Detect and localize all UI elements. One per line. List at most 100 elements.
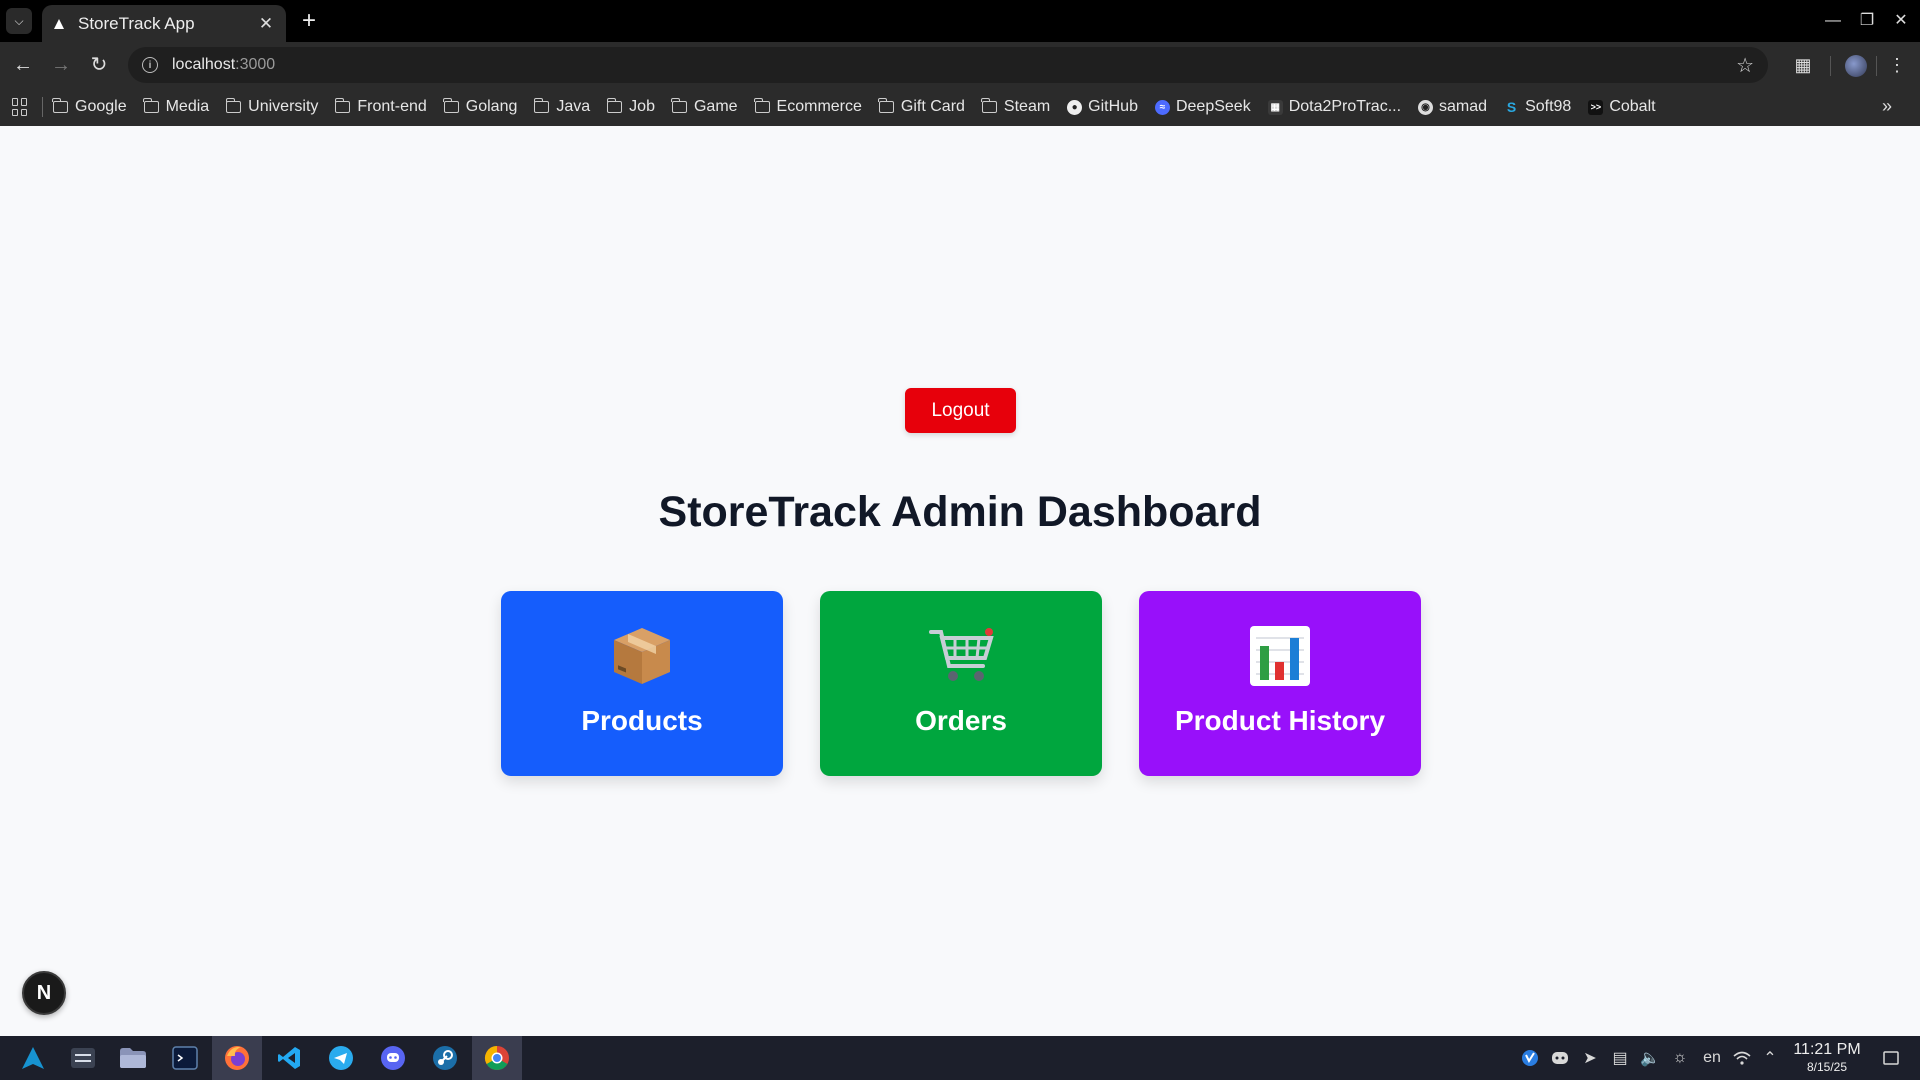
vscode-icon[interactable]: [264, 1036, 314, 1080]
forward-icon[interactable]: →: [46, 50, 76, 80]
file-manager-icon[interactable]: [108, 1036, 158, 1080]
bookmark-folder-job[interactable]: Job: [606, 98, 655, 116]
discord-icon[interactable]: [368, 1036, 418, 1080]
firefox-icon[interactable]: [212, 1036, 262, 1080]
bookmark-folder-university[interactable]: University: [225, 98, 318, 116]
nextjs-dev-indicator[interactable]: N: [22, 971, 66, 1015]
apps-grid-icon[interactable]: [12, 98, 30, 116]
folder-icon: [142, 98, 159, 113]
site-info-icon[interactable]: i: [142, 57, 158, 73]
bookmark-deepseek[interactable]: ≈ DeepSeek: [1154, 98, 1251, 116]
bookmark-folder-google[interactable]: Google: [52, 98, 127, 116]
bookmarks-bar: Google Media University Front-end Golang…: [0, 88, 1920, 126]
bookmark-star-icon[interactable]: ☆: [1736, 53, 1754, 78]
arch-launcher-icon[interactable]: [8, 1036, 58, 1080]
close-window-icon[interactable]: ✕: [1886, 8, 1916, 34]
product-history-card[interactable]: Product History: [1139, 591, 1421, 776]
profile-avatar[interactable]: [1845, 55, 1867, 77]
bookmark-label: GitHub: [1088, 98, 1138, 115]
bookmark-folder-ecommerce[interactable]: Ecommerce: [753, 98, 862, 116]
brightness-icon[interactable]: ☼: [1668, 1036, 1692, 1080]
folder-icon: [533, 98, 550, 113]
logout-button[interactable]: Logout: [905, 388, 1016, 433]
bookmark-label: Media: [165, 98, 210, 115]
orders-card[interactable]: Orders: [820, 591, 1102, 776]
address-url: localhost:3000: [172, 56, 275, 74]
bookmark-label: Dota2ProTrac...: [1288, 98, 1402, 115]
page-title: StoreTrack Admin Dashboard: [658, 488, 1262, 536]
bookmark-soft98[interactable]: S Soft98: [1504, 98, 1571, 116]
discord-tray-icon[interactable]: [1548, 1036, 1572, 1080]
more-bookmarks-icon[interactable]: »: [1882, 96, 1892, 117]
toolbar-divider: [1830, 56, 1831, 76]
products-card[interactable]: Products: [501, 591, 783, 776]
system-settings-icon[interactable]: [58, 1036, 108, 1080]
bookmark-folder-java[interactable]: Java: [533, 98, 591, 116]
bookmark-folder-golang[interactable]: Golang: [443, 98, 517, 116]
tray-expand-icon[interactable]: ⌃: [1758, 1036, 1782, 1080]
shopping-cart-icon: [925, 625, 997, 687]
terminal-icon[interactable]: [160, 1036, 210, 1080]
url-host: localhost: [172, 56, 236, 73]
url-port: :3000: [235, 56, 276, 73]
bookmark-label: Cobalt: [1609, 98, 1656, 115]
bookmark-label: Game: [693, 98, 738, 115]
tab-search-button[interactable]: ⌵: [6, 8, 32, 34]
bar-chart-icon: [1244, 625, 1316, 687]
vpn-tray-icon[interactable]: [1518, 1036, 1542, 1080]
folder-icon: [225, 98, 242, 113]
notifications-icon[interactable]: [1876, 1036, 1906, 1080]
bookmark-label: Gift Card: [900, 98, 965, 115]
address-bar[interactable]: i localhost:3000 ☆: [128, 47, 1768, 83]
bookmark-label: Front-end: [357, 98, 427, 115]
card-label: Orders: [915, 705, 1007, 736]
chrome-icon[interactable]: [472, 1036, 522, 1080]
chevron-down-icon: ⌵: [14, 13, 24, 28]
back-icon[interactable]: ←: [8, 50, 38, 80]
nextjs-triangle-icon: [52, 17, 66, 31]
taskbar-clock[interactable]: 11:21 PM 8/15/25: [1788, 1041, 1866, 1074]
more-menu-icon[interactable]: ⋮: [1882, 50, 1912, 80]
cobalt-icon: >>: [1588, 99, 1604, 115]
tab-title: StoreTrack App: [78, 13, 195, 33]
github-icon: ●: [1067, 99, 1083, 115]
extensions-puzzle-icon[interactable]: ▦: [1788, 50, 1818, 80]
keyboard-language[interactable]: en: [1698, 1036, 1726, 1080]
bookmark-folder-steam[interactable]: Steam: [981, 98, 1051, 116]
telegram-tray-icon[interactable]: ➤: [1578, 1036, 1602, 1080]
volume-icon[interactable]: 🔈: [1638, 1036, 1662, 1080]
telegram-icon[interactable]: [316, 1036, 366, 1080]
bookmark-label: Ecommerce: [776, 98, 862, 115]
bookmark-folder-gift-card[interactable]: Gift Card: [878, 98, 965, 116]
bookmark-label: Steam: [1003, 98, 1051, 115]
bookmark-label: Java: [556, 98, 591, 115]
browser-toolbar: ← → ↻ i localhost:3000 ☆ ▦ ⋮: [0, 42, 1920, 88]
clock-time: 11:21 PM: [1793, 1041, 1861, 1058]
reload-icon[interactable]: ↻: [84, 50, 114, 80]
bookmark-folder-game[interactable]: Game: [671, 98, 738, 116]
minimize-icon[interactable]: —: [1818, 8, 1848, 34]
wifi-icon[interactable]: [1730, 1036, 1754, 1080]
browser-tab-active[interactable]: StoreTrack App ✕: [42, 5, 286, 42]
restore-window-icon[interactable]: ❐: [1852, 8, 1882, 34]
steam-icon[interactable]: [420, 1036, 470, 1080]
folder-icon: [606, 98, 623, 113]
app-page: Logout StoreTrack Admin Dashboard Produc…: [0, 126, 1920, 1036]
os-taskbar: ➤ ▤ 🔈 ☼ en ⌃ 11:21 PM 8/15/25: [0, 1036, 1920, 1080]
folder-icon: [878, 98, 894, 113]
bookmarks-divider: [42, 97, 43, 117]
package-icon: [606, 625, 678, 687]
new-tab-button[interactable]: +: [296, 8, 322, 34]
bookmark-github[interactable]: ● GitHub: [1067, 98, 1138, 116]
bookmark-dota2protracker[interactable]: ▦ Dota2ProTrac...: [1267, 98, 1402, 116]
bookmark-folder-front-end[interactable]: Front-end: [334, 98, 427, 116]
bookmark-folder-media[interactable]: Media: [142, 98, 210, 116]
bookmark-cobalt[interactable]: >> Cobalt: [1588, 98, 1656, 116]
clipboard-tray-icon[interactable]: ▤: [1608, 1036, 1632, 1080]
close-tab-icon[interactable]: ✕: [256, 14, 276, 34]
bookmark-samad[interactable]: ◉ samad: [1418, 98, 1487, 116]
folder-icon: [52, 98, 68, 113]
dota2protracker-icon: ▦: [1267, 99, 1283, 115]
browser-tab-bar: ⌵ StoreTrack App ✕ + — ❐ ✕: [0, 0, 1920, 42]
samad-icon: ◉: [1418, 99, 1434, 115]
